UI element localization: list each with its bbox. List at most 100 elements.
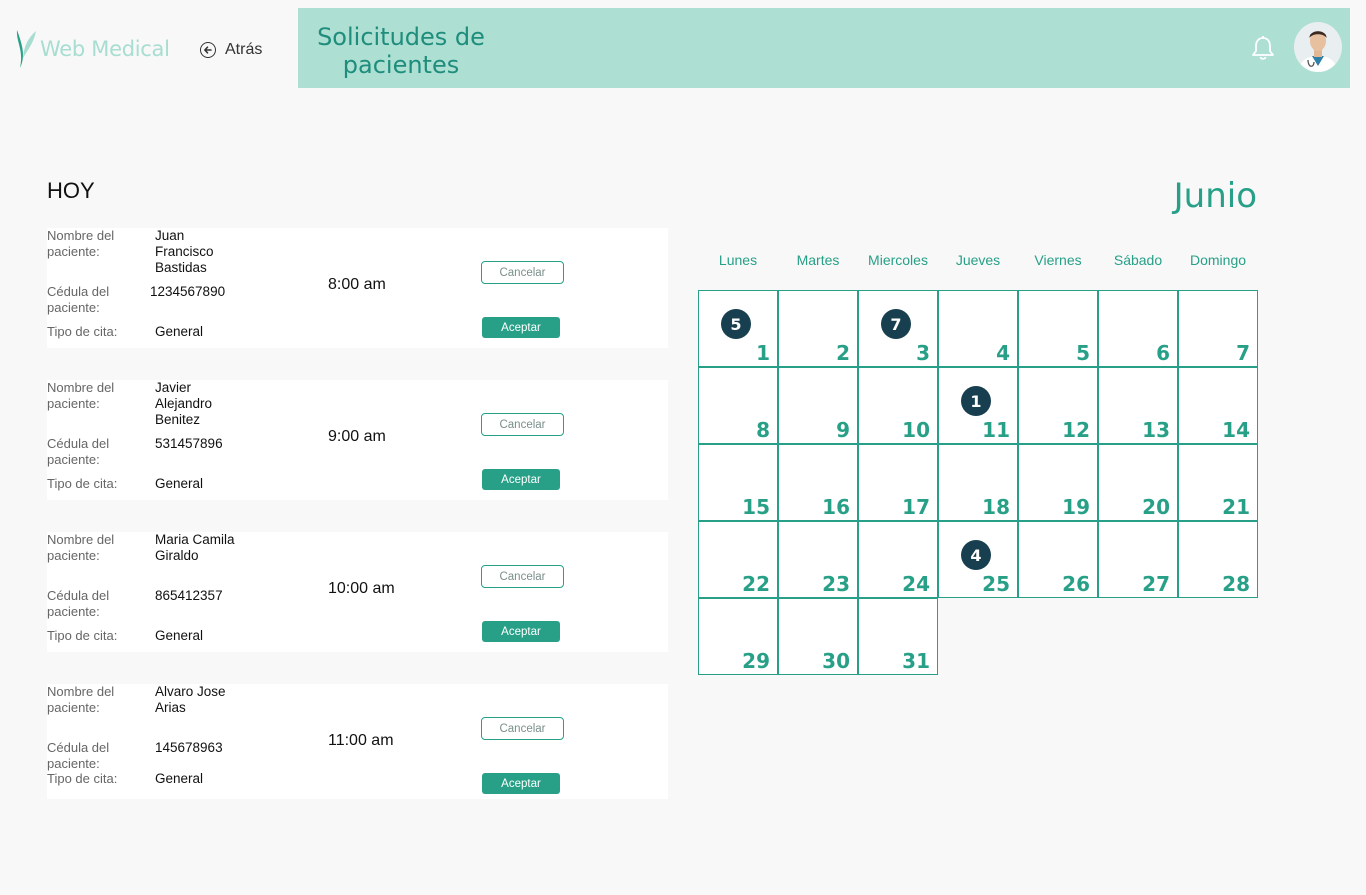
bell-icon[interactable] xyxy=(1250,34,1276,62)
calendar-day[interactable]: 26 xyxy=(1018,521,1098,598)
appointment-time: 10:00 am xyxy=(328,580,395,597)
appointment-count-badge: 4 xyxy=(961,540,991,570)
appointment-time: 11:00 am xyxy=(328,732,394,749)
cancel-button[interactable]: Cancelar xyxy=(481,565,564,588)
appointment-count-badge: 5 xyxy=(721,309,751,339)
day-number: 12 xyxy=(1062,418,1090,442)
patient-id-label: Cédula del paciente: xyxy=(47,588,110,619)
patient-name-label: Nombre del paciente: xyxy=(47,684,115,715)
appointment-type-label: Tipo de cita: xyxy=(47,628,118,643)
appointment-type: General xyxy=(155,771,204,786)
calendar-day[interactable]: 29 xyxy=(698,598,778,675)
day-number: 16 xyxy=(822,495,850,519)
weekday-label: Jueves xyxy=(955,252,1001,268)
patient-id-label: Cédula del paciente: xyxy=(47,284,110,315)
appointment-type-label: Tipo de cita: xyxy=(47,771,118,786)
calendar-day[interactable]: 12 xyxy=(1018,367,1098,444)
day-number: 9 xyxy=(836,418,850,442)
day-number: 24 xyxy=(902,572,930,596)
calendar-day[interactable]: 13 xyxy=(1098,367,1178,444)
calendar-day[interactable]: 10 xyxy=(858,367,938,444)
calendar-day[interactable]: 8 xyxy=(698,367,778,444)
appointment-time: 8:00 am xyxy=(328,276,386,293)
patient-id: 1234567890 xyxy=(150,284,226,299)
appointment-type-label: Tipo de cita: xyxy=(47,476,118,491)
back-label: Atrás xyxy=(225,41,263,58)
calendar-day[interactable]: 51 xyxy=(698,290,778,367)
day-number: 23 xyxy=(822,572,850,596)
day-number: 17 xyxy=(902,495,930,519)
patient-name: Juan Francisco Bastidas xyxy=(155,228,214,275)
calendar-day[interactable]: 20 xyxy=(1098,444,1178,521)
calendar-day[interactable]: 19 xyxy=(1018,444,1098,521)
calendar-day[interactable]: 1 11 xyxy=(938,367,1018,444)
calendar-day[interactable]: 6 xyxy=(1098,290,1178,367)
calendar-day[interactable]: 31 xyxy=(858,598,938,675)
calendar-day[interactable]: 15 xyxy=(698,444,778,521)
day-number: 25 xyxy=(982,572,1010,596)
cancel-button[interactable]: Cancelar xyxy=(481,717,564,740)
calendar-day[interactable]: 27 xyxy=(1098,521,1178,598)
day-number: 4 xyxy=(996,341,1010,365)
calendar-day[interactable]: 23 xyxy=(778,521,858,598)
logo[interactable]: Web Medical xyxy=(14,28,170,70)
day-number: 3 xyxy=(916,341,930,365)
patient-name-label: Nombre del paciente: xyxy=(47,532,115,563)
day-number: 19 xyxy=(1062,495,1090,519)
calendar-day[interactable]: 7 xyxy=(1178,290,1258,367)
calendar-day[interactable]: 18 xyxy=(938,444,1018,521)
calendar-day[interactable]: 16 xyxy=(778,444,858,521)
accept-button[interactable]: Aceptar xyxy=(482,773,560,794)
accept-button[interactable]: Aceptar xyxy=(482,317,560,338)
appointment-type: General xyxy=(155,628,204,643)
cancel-button[interactable]: Cancelar xyxy=(481,261,564,284)
accept-button[interactable]: Aceptar xyxy=(482,621,560,642)
accept-button[interactable]: Aceptar xyxy=(482,469,560,490)
day-number: 11 xyxy=(982,418,1010,442)
cancel-button[interactable]: Cancelar xyxy=(481,413,564,436)
day-number: 31 xyxy=(902,649,930,673)
calendar-day[interactable]: 22 xyxy=(698,521,778,598)
calendar-day[interactable]: 21 xyxy=(1178,444,1258,521)
day-number: 26 xyxy=(1062,572,1090,596)
appointment-time: 9:00 am xyxy=(328,428,386,445)
calendar-day[interactable]: 28 xyxy=(1178,521,1258,598)
calendar-day[interactable]: 73 xyxy=(858,290,938,367)
logo-leaf-icon xyxy=(16,30,36,68)
weekday-label: Lunes xyxy=(718,252,758,268)
day-number: 18 xyxy=(982,495,1010,519)
day-number: 8 xyxy=(756,418,770,442)
patient-name: Maria Camila Giraldo xyxy=(155,532,235,563)
appointment-card: Nombre del paciente: Alvaro Jose Arias C… xyxy=(47,684,668,799)
weekday-label: Sábado xyxy=(1113,252,1163,268)
day-number: 14 xyxy=(1222,418,1250,442)
calendar-day[interactable]: 2 xyxy=(778,290,858,367)
day-number: 28 xyxy=(1222,572,1250,596)
calendar-day[interactable]: 17 xyxy=(858,444,938,521)
calendar-day[interactable]: 9 xyxy=(778,367,858,444)
appointment-type: General xyxy=(155,476,204,491)
calendar-day[interactable]: 4 xyxy=(938,290,1018,367)
day-number: 22 xyxy=(742,572,770,596)
calendar-day[interactable]: 14 xyxy=(1178,367,1258,444)
avatar[interactable] xyxy=(1294,22,1342,72)
day-number: 13 xyxy=(1142,418,1170,442)
calendar-day[interactable]: 5 xyxy=(1018,290,1098,367)
patient-id: 145678963 xyxy=(155,740,223,755)
patient-id: 865412357 xyxy=(155,588,223,603)
calendar-day[interactable]: 24 xyxy=(858,521,938,598)
patient-id-label: Cédula del paciente: xyxy=(47,740,110,771)
weekday-label: Martes xyxy=(796,252,840,268)
weekday-label: Domingo xyxy=(1189,252,1247,268)
appointment-type-label: Tipo de cita: xyxy=(47,324,118,339)
patient-name-label: Nombre del paciente: xyxy=(47,228,115,259)
day-number: 6 xyxy=(1156,341,1170,365)
appointment-count-badge: 7 xyxy=(881,309,911,339)
calendar-day[interactable]: 30 xyxy=(778,598,858,675)
patient-name-label: Nombre del paciente: xyxy=(47,380,115,411)
page-title: Solicitudes de pacientes xyxy=(317,23,485,79)
calendar-day[interactable]: 4 25 xyxy=(938,521,1018,598)
day-number: 20 xyxy=(1142,495,1170,519)
back-button[interactable]: Atrás xyxy=(200,41,262,59)
day-number: 29 xyxy=(742,649,770,673)
